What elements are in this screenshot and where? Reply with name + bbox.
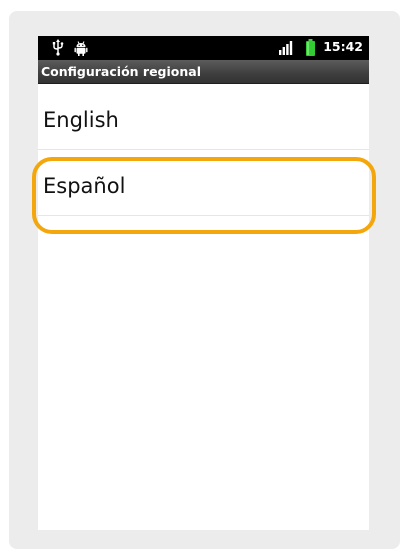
phone-screen: 15:42 Configuración regional English Esp… [38,36,369,530]
status-time: 15:42 [323,39,363,54]
language-list: English Español [38,84,369,216]
language-item-espanol[interactable]: Español [38,150,369,216]
language-item-english[interactable]: English [38,84,369,150]
title-bar: Configuración regional [38,60,369,84]
language-item-label: Español [43,174,126,198]
status-bar: 15:42 [38,36,369,60]
language-item-label: English [43,108,119,132]
page-title: Configuración regional [41,64,201,79]
signal-icon [279,40,293,59]
usb-icon [52,39,64,60]
android-debug-icon [74,41,88,60]
battery-icon [306,39,315,60]
